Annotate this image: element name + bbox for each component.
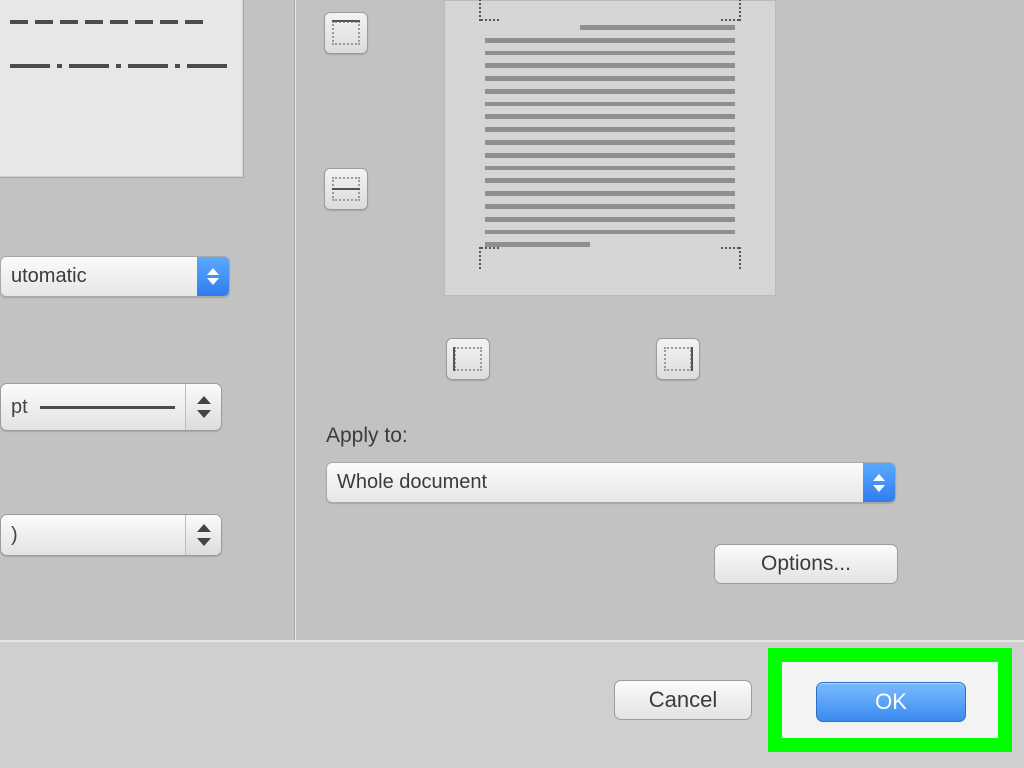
style-dashed[interactable] (0, 0, 243, 24)
cancel-button[interactable]: Cancel (614, 680, 752, 720)
options-button[interactable]: Options... (714, 544, 898, 584)
color-value: utomatic (1, 257, 197, 296)
page-preview (444, 0, 776, 296)
border-top-icon (332, 21, 360, 45)
border-top-button[interactable] (324, 12, 368, 54)
art-value: ) (11, 524, 18, 547)
margin-marker-icon (729, 0, 753, 23)
border-right-button[interactable] (656, 338, 700, 380)
border-left-button[interactable] (446, 338, 490, 380)
margin-marker-icon (729, 245, 753, 269)
stepper-arrows-icon (185, 515, 221, 555)
apply-to-dropdown[interactable]: Whole document (326, 462, 896, 503)
border-right-icon (664, 347, 692, 371)
width-stepper[interactable]: pt (0, 383, 222, 431)
width-preview-line (40, 406, 175, 409)
border-style-list[interactable] (0, 0, 244, 178)
dropdown-arrows-icon (863, 463, 895, 502)
margin-marker-icon (467, 0, 491, 23)
tutorial-highlight: OK (768, 648, 1012, 752)
margin-marker-icon (467, 245, 491, 269)
color-dropdown[interactable]: utomatic (0, 256, 230, 297)
dropdown-arrows-icon (197, 257, 229, 296)
border-middle-button[interactable] (324, 168, 368, 210)
apply-to-value: Whole document (327, 463, 863, 502)
border-middle-icon (332, 177, 360, 201)
art-stepper[interactable]: ) (0, 514, 222, 556)
apply-to-label: Apply to: (326, 424, 408, 448)
ok-button[interactable]: OK (816, 682, 966, 722)
stepper-arrows-icon (185, 384, 221, 430)
style-dash-dot[interactable] (0, 24, 243, 68)
border-left-icon (454, 347, 482, 371)
vertical-divider (294, 0, 296, 640)
width-unit: pt (11, 396, 28, 419)
left-column: utomatic pt ) (0, 0, 270, 640)
